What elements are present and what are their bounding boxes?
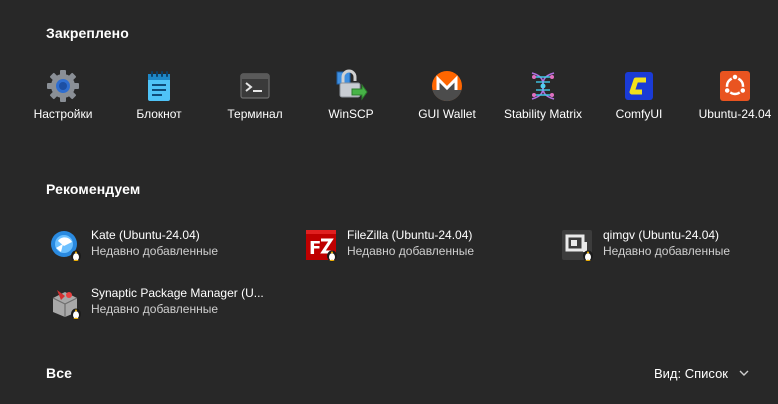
- recommended-item-name: Synaptic Package Manager (U...: [91, 286, 264, 300]
- svg-text:F: F: [309, 238, 321, 259]
- pinned-item-comfyui[interactable]: ComfyUI: [599, 63, 679, 129]
- pinned-section-title: Закреплено: [46, 25, 129, 41]
- monero-icon: [432, 71, 462, 102]
- pinned-item-terminal[interactable]: Терминал: [215, 63, 295, 129]
- pinned-grid: Настройки Блокнот Терминал WinSCP GUI Wa…: [23, 63, 778, 133]
- pinned-item-label: WinSCP: [328, 107, 374, 121]
- chevron-down-icon: [739, 370, 749, 376]
- pinned-item-ubuntu[interactable]: Ubuntu-24.04: [695, 63, 775, 129]
- pinned-item-stability-matrix[interactable]: Stability Matrix: [503, 63, 583, 129]
- ubuntu-icon: [720, 71, 750, 101]
- filezilla-app-icon-wrap: F: [305, 228, 337, 262]
- winscp-icon: [336, 69, 368, 101]
- stability-matrix-icon: [531, 72, 555, 100]
- recommended-item-subtitle: Недавно добавленные: [91, 302, 219, 316]
- kate-app-icon-wrap: [49, 228, 81, 262]
- view-mode-dropdown[interactable]: Вид: Список: [650, 362, 754, 384]
- qimgv-app-icon-wrap: [561, 228, 593, 262]
- linux-penguin-icon: [71, 250, 81, 262]
- notepad-icon: [148, 71, 170, 101]
- recommended-item-synaptic[interactable]: Synaptic Package Manager (U... Недавно д…: [46, 282, 286, 322]
- linux-penguin-icon: [583, 250, 593, 262]
- view-mode-label: Вид: Список: [654, 365, 728, 381]
- terminal-icon: [240, 73, 270, 99]
- pinned-item-winscp[interactable]: WinSCP: [311, 63, 391, 129]
- pinned-item-settings[interactable]: Настройки: [23, 63, 103, 129]
- recommended-item-name: qimgv (Ubuntu-24.04): [603, 228, 720, 242]
- recommended-item-kate[interactable]: Kate (Ubuntu-24.04) Недавно добавленные: [46, 224, 286, 264]
- comfyui-icon: [625, 72, 653, 100]
- recommended-item-name: Kate (Ubuntu-24.04): [91, 228, 200, 242]
- pinned-item-label: Настройки: [33, 107, 93, 121]
- linux-penguin-icon: [327, 250, 337, 262]
- pinned-item-label: Stability Matrix: [503, 107, 583, 121]
- pinned-item-notepad[interactable]: Блокнот: [119, 63, 199, 129]
- pinned-item-label: Ubuntu-24.04: [698, 107, 772, 121]
- synaptic-app-icon-wrap: [49, 286, 81, 320]
- recommended-item-filezilla[interactable]: F FileZilla (Ubuntu-24.04) Недавно добав…: [302, 224, 542, 264]
- all-apps-section-title: Все: [46, 365, 72, 381]
- recommended-item-subtitle: Недавно добавленные: [91, 244, 219, 258]
- start-menu-panel: Закреплено Настройки Блокнот Терминал Wi…: [0, 0, 778, 404]
- recommended-item-qimgv[interactable]: qimgv (Ubuntu-24.04) Недавно добавленные: [558, 224, 768, 264]
- pinned-item-label: GUI Wallet: [418, 107, 476, 121]
- recommended-section-title: Рекомендуем: [46, 181, 141, 197]
- linux-penguin-icon: [71, 308, 81, 320]
- pinned-item-label: Блокнот: [136, 107, 182, 121]
- pinned-item-gui-wallet[interactable]: GUI Wallet: [407, 63, 487, 129]
- recommended-item-subtitle: Недавно добавленные: [603, 244, 731, 258]
- recommended-item-subtitle: Недавно добавленные: [347, 244, 475, 258]
- settings-gear-icon: [47, 70, 79, 102]
- pinned-item-label: Терминал: [227, 107, 283, 121]
- recommended-item-name: FileZilla (Ubuntu-24.04): [347, 228, 473, 242]
- pinned-item-label: ComfyUI: [615, 107, 663, 121]
